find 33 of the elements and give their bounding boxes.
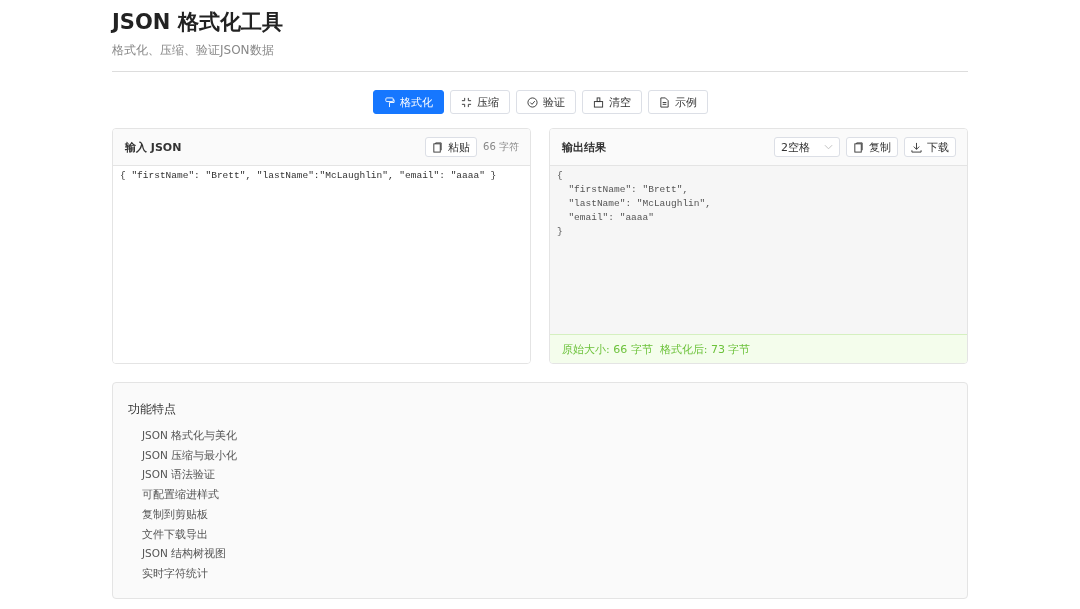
feature-item: 复制到剪贴板 (141, 506, 208, 522)
indent-select[interactable]: 2空格 (774, 137, 840, 157)
feature-item: 可配置缩进样式 (141, 487, 219, 503)
paste-button[interactable]: 粘贴 (425, 137, 478, 157)
document-icon (658, 96, 670, 108)
download-icon (911, 141, 922, 153)
features-title: 功能特点 (128, 401, 176, 418)
copy-icon (853, 141, 864, 153)
chevron-down-icon (824, 144, 833, 150)
feature-item: 文件下载导出 (141, 526, 208, 542)
validate-button[interactable]: 验证 (515, 90, 576, 114)
feature-item: JSON 语法验证 (140, 467, 216, 483)
page-subtitle: 格式化、压缩、验证JSON数据 (112, 42, 274, 59)
download-button[interactable]: 下载 (904, 137, 956, 157)
feature-item: JSON 结构树视图 (140, 546, 227, 562)
compress-button[interactable]: 压缩 (449, 90, 510, 114)
panel-title: 输入 JSON (125, 139, 182, 155)
format-button[interactable]: 格式化 (372, 90, 444, 114)
page-title: JSON 格式化工具 (112, 9, 283, 36)
output-field: { "firstName": "Brett", "lastName": "McLaughlin", "email": "aaaa" } (550, 166, 967, 334)
copy-button[interactable]: 复制 (846, 137, 898, 157)
example-button[interactable]: 示例 (647, 90, 708, 114)
compress-icon (460, 96, 472, 108)
char-count: 66 字符 (483, 140, 519, 154)
panel-title: 输出结果 (562, 139, 606, 155)
feature-item: 实时字符统计 (141, 565, 208, 581)
clear-button[interactable]: 清空 (581, 90, 642, 114)
feature-item: JSON 格式化与美化 (140, 428, 238, 443)
check-circle-icon (526, 96, 538, 108)
size-status: 原始大小: 66 字节 格式化后: 73 字节 (550, 334, 967, 363)
feature-item: JSON 压缩与最小化 (140, 447, 238, 463)
clipboard-icon (432, 141, 444, 153)
paint-roller-icon (383, 96, 395, 108)
